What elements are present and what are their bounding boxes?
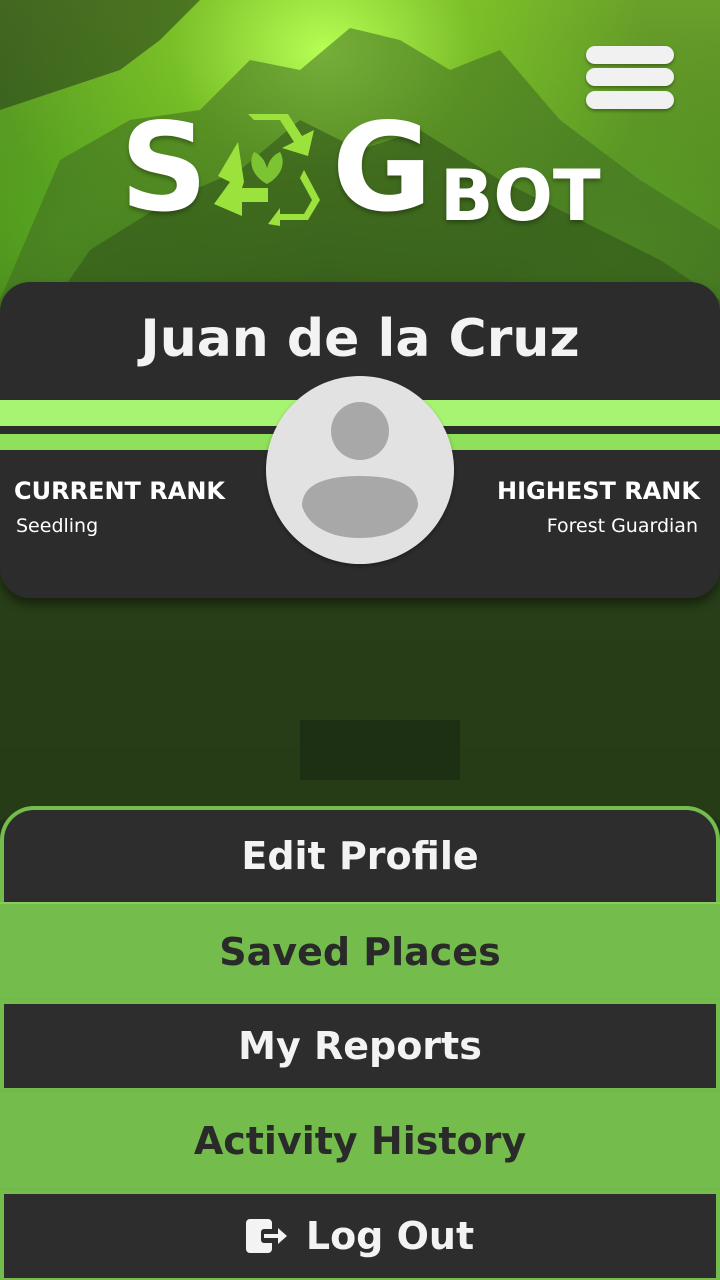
logo-letter-s: S [120,97,208,239]
menu-bar [586,68,674,86]
logo-letter-g: G [332,97,432,239]
menu-bar [586,91,674,109]
menu-bar [586,46,674,64]
saved-places-label: Saved Places [219,930,501,974]
saved-places-button[interactable]: Saved Places [0,902,720,1000]
avatar[interactable] [266,376,454,564]
default-user-avatar-icon [302,402,418,538]
edit-profile-label: Edit Profile [241,834,479,878]
recycle-leaf-icon [214,114,320,226]
activity-history-button[interactable]: Activity History [0,1092,720,1190]
profile-card: Juan de la Cruz CURRENT RANK Seedling HI… [0,282,720,598]
my-reports-label: My Reports [238,1024,482,1068]
log-out-label: Log Out [305,1214,475,1258]
activity-history-label: Activity History [193,1119,527,1163]
my-reports-button[interactable]: My Reports [0,1000,720,1092]
user-name: Juan de la Cruz [140,309,580,369]
edit-profile-button[interactable]: Edit Profile [0,806,720,902]
logo-suffix: BOT [440,155,601,237]
logout-arrow-icon [245,1219,287,1253]
current-rank-label: CURRENT RANK [14,477,226,505]
highest-rank-label: HIGHEST RANK [497,477,700,505]
highest-rank-value: Forest Guardian [546,515,698,537]
current-rank-value: Seedling [16,515,99,537]
menu-button[interactable] [586,44,674,114]
log-out-button[interactable]: Log Out [0,1190,720,1280]
app-logo: S G BOT [120,106,610,237]
